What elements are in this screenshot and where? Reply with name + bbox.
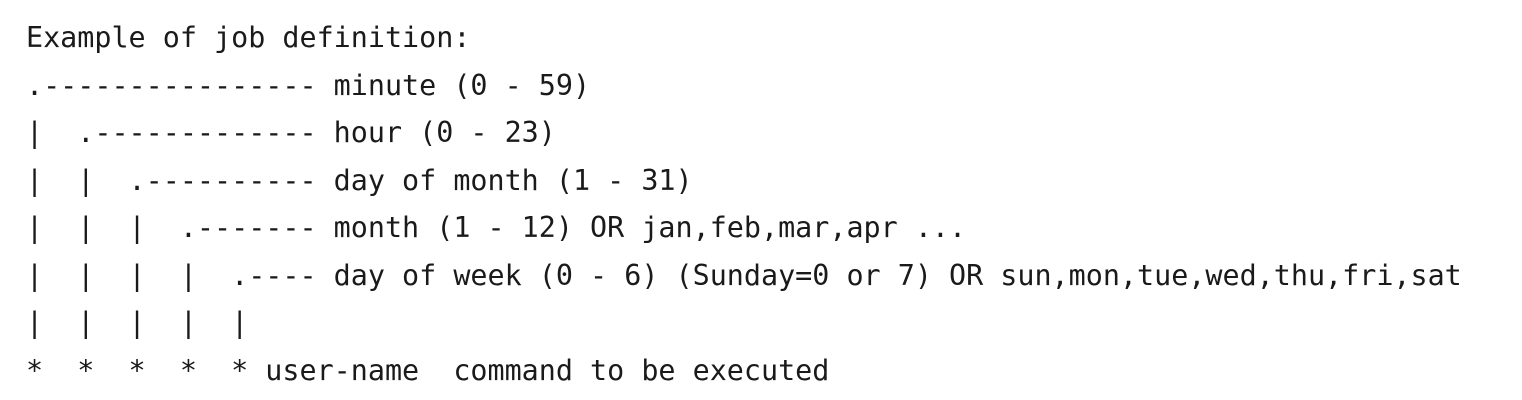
pipe-connector-line: | | | | |: [26, 306, 249, 339]
hour-field-line: | .------------- hour (0 - 23): [26, 116, 556, 149]
day-of-month-field-line: | | .---------- day of month (1 - 31): [26, 163, 693, 197]
minute-field-line: .---------------- minute (0 - 59): [26, 68, 591, 102]
day-of-week-field-line: | | | | .---- day of week (0 - 6) (Sunda…: [26, 258, 1462, 292]
schedule-pattern-line: * * * * * user-name command to be execut…: [26, 353, 830, 387]
heading-line: Example of job definition:: [26, 21, 471, 54]
crontab-job-definition-text: Example of job definition: .------------…: [26, 14, 1506, 394]
month-field-line: | | | .------- month (1 - 12) OR jan,feb…: [26, 211, 967, 244]
